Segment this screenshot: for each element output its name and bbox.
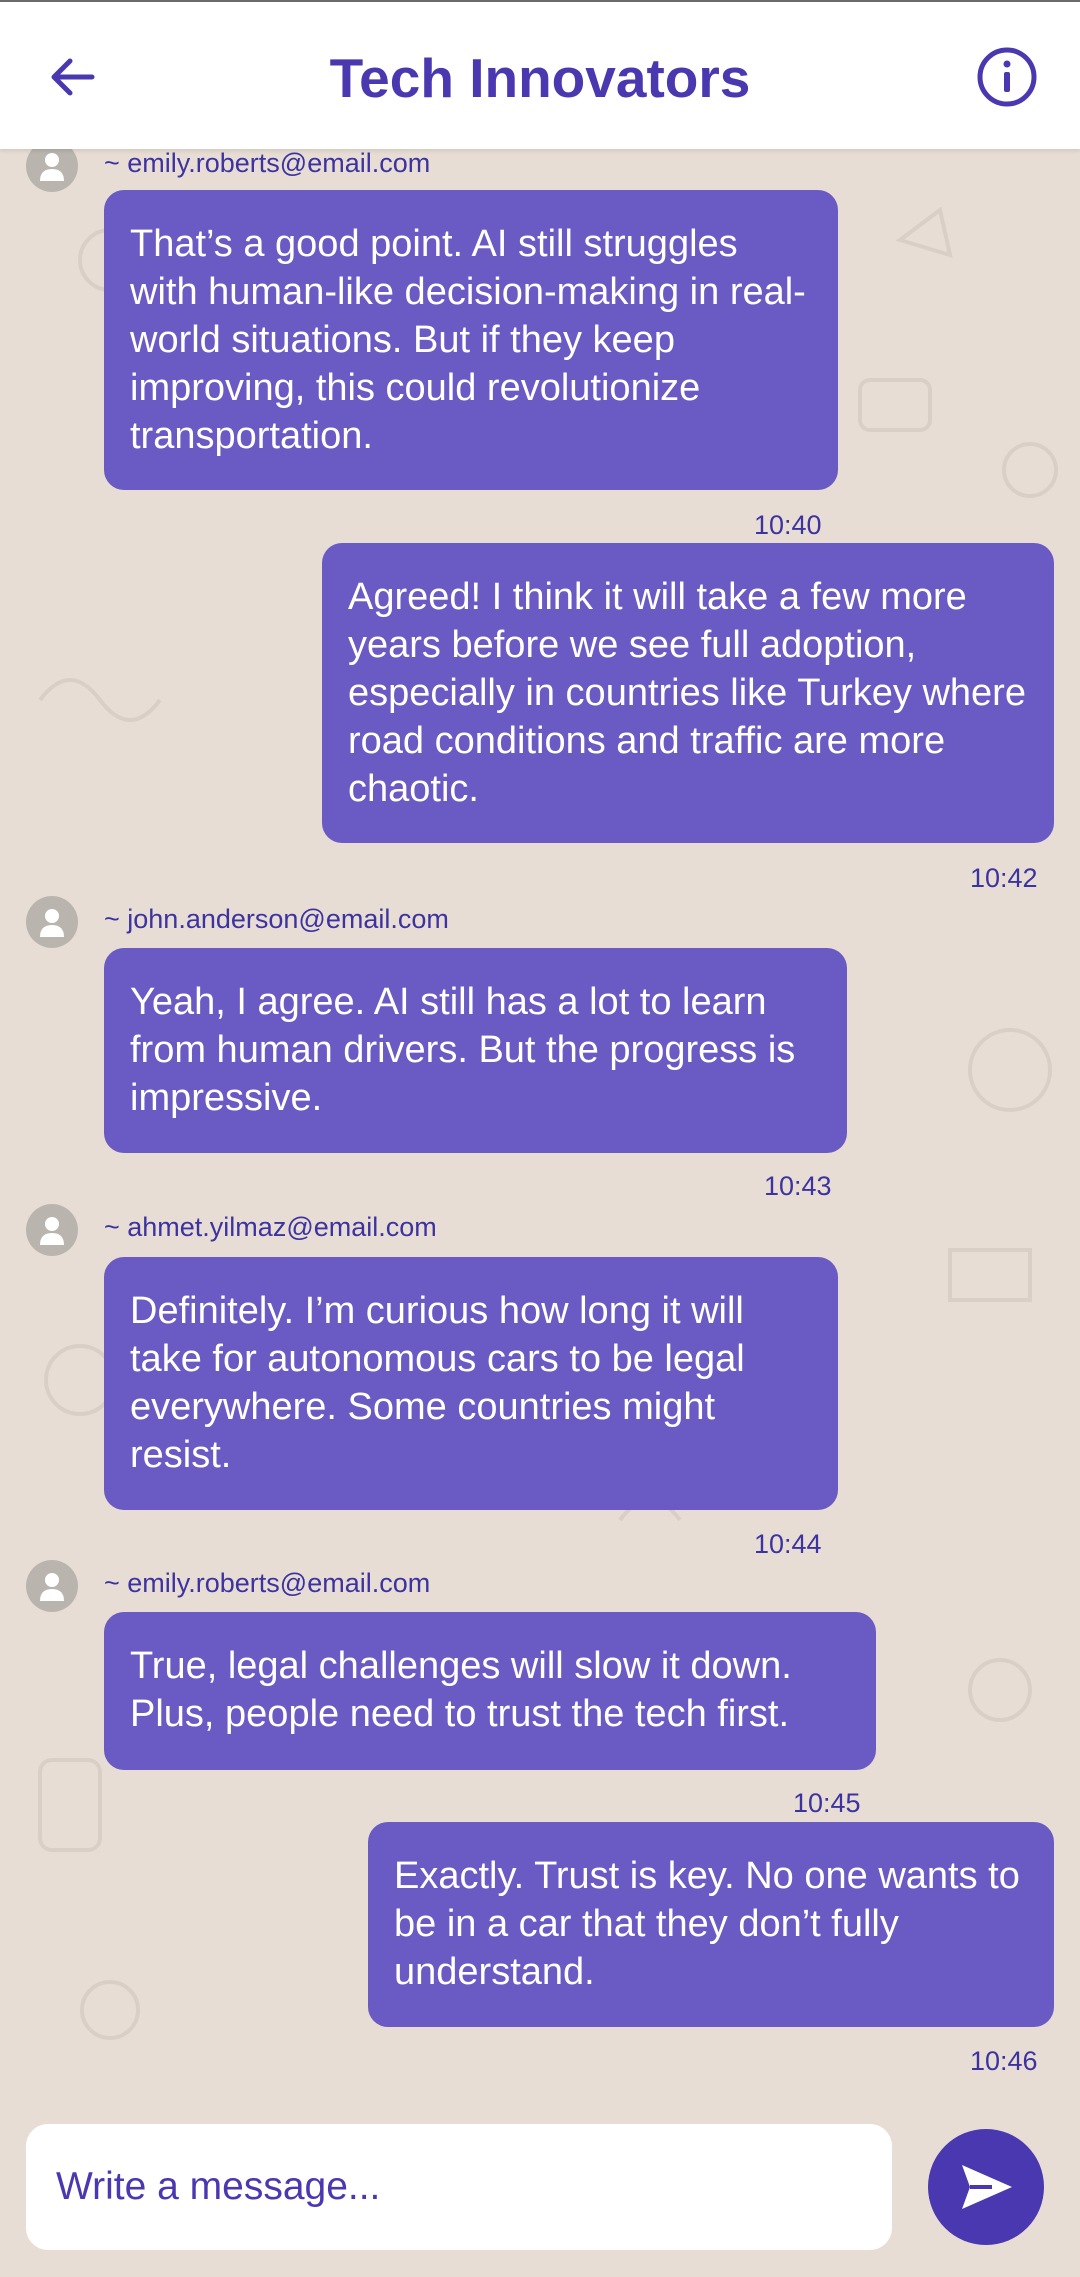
message-sender: ~ john.anderson@email.com [104, 904, 449, 934]
user-icon [40, 1573, 64, 1601]
message-time: 10:42 [970, 863, 1038, 893]
outgoing-message-bubble: Agreed! I think it will take a few more … [322, 543, 1054, 843]
avatar [26, 1560, 78, 1612]
message-time: 10:44 [754, 1529, 822, 1559]
message-time: 10:45 [793, 1788, 861, 1818]
message-time: 10:40 [754, 510, 822, 540]
avatar [26, 1204, 78, 1256]
message-sender: ~ ahmet.yilmaz@email.com [104, 1212, 437, 1242]
incoming-message-bubble: Yeah, I agree. AI still has a lot to lea… [104, 948, 847, 1153]
user-icon [40, 909, 64, 937]
incoming-message-bubble: Definitely. I’m curious how long it will… [104, 1257, 838, 1510]
message-composer [26, 2124, 892, 2250]
message-sender: ~ emily.roberts@email.com [104, 148, 431, 178]
message-input[interactable] [54, 2164, 864, 2210]
avatar [26, 896, 78, 948]
message-sender: ~ emily.roberts@email.com [104, 1568, 431, 1598]
message-time: 10:43 [764, 1171, 832, 1201]
user-icon [40, 1217, 64, 1245]
info-icon [977, 47, 1037, 107]
send-icon [962, 2165, 1012, 2209]
incoming-message-bubble: True, legal challenges will slow it down… [104, 1612, 876, 1770]
message-time: 10:46 [970, 2046, 1038, 2076]
chat-title: Tech Innovators [329, 47, 751, 109]
incoming-message-bubble: That’s a good point. AI still struggles … [104, 190, 838, 490]
send-button[interactable] [928, 2129, 1044, 2245]
user-icon [40, 153, 64, 181]
outgoing-message-bubble: Exactly. Trust is key. No one wants to b… [368, 1822, 1054, 2027]
info-button[interactable] [972, 42, 1042, 112]
app-header: Tech Innovators [0, 0, 1080, 149]
